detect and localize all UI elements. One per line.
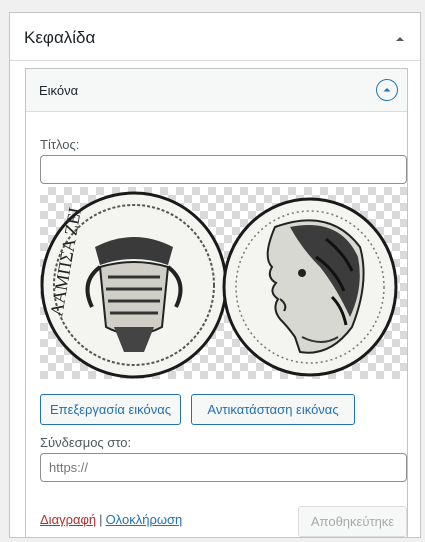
link-separator: | [99,512,103,527]
edit-image-button[interactable]: Επεξεργασία εικόνας [40,394,181,425]
coin-image: ΛΑΜΠΣΑ ΖΕΙ [40,191,398,379]
link-label: Σύνδεσμος στο: [40,435,132,450]
replace-image-button[interactable]: Αντικατάσταση εικόνας [191,394,355,425]
saved-button[interactable]: Αποθηκεύτηκε [298,506,407,537]
title-label: Τίτλος: [40,137,80,152]
widget-actions: Διαγραφή | Ολοκλήρωση [40,511,182,529]
widget-title: Εικόνα [39,83,79,98]
done-link[interactable]: Ολοκλήρωση [106,512,183,527]
delete-link[interactable]: Διαγραφή [40,512,96,527]
image-preview[interactable]: ΛΑΜΠΣΑ ΖΕΙ [40,187,407,379]
widget-header[interactable]: Εικόνα [26,69,407,112]
circle-caret-up-icon[interactable] [376,79,398,101]
header-panel: Κεφαλίδα Εικόνα Τίτλος: ΛΑΜΠΣΑ ΖΕΙ Επεξε… [9,12,421,538]
panel-title: Κεφαλίδα [24,28,96,47]
title-input[interactable] [40,155,407,184]
image-widget: Εικόνα Τίτλος: ΛΑΜΠΣΑ ΖΕΙ Επεξεργασία ει… [25,68,408,538]
panel-header[interactable]: Κεφαλίδα [10,13,420,61]
link-url-input[interactable] [40,453,407,482]
caret-up-icon[interactable] [394,31,406,41]
